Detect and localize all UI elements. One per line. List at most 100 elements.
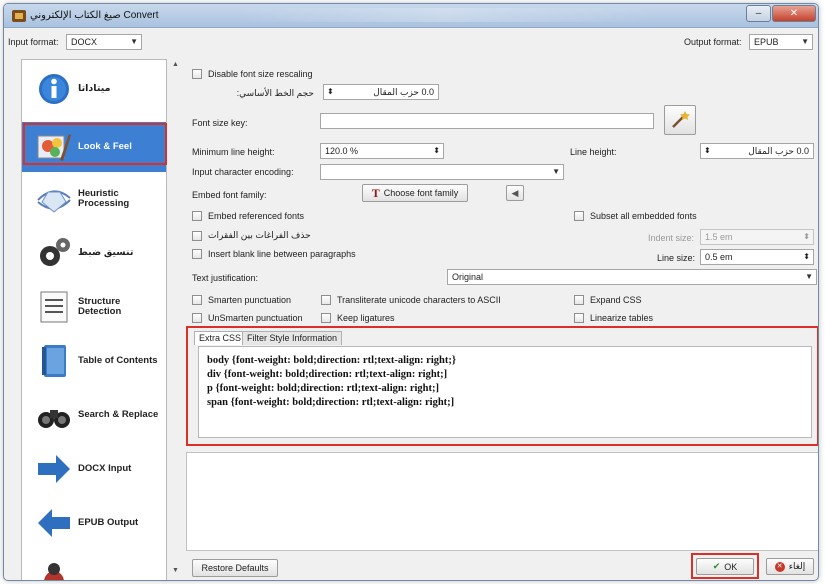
justification-select[interactable]: Original ▼	[447, 269, 817, 285]
css-line: span {font-weight: bold;direction: rtl;t…	[207, 397, 455, 408]
tab-extra-css[interactable]: Extra CSS	[194, 331, 247, 345]
tab-filter-style[interactable]: Filter Style Information	[242, 331, 343, 345]
chevron-down-icon: ▼	[552, 167, 560, 176]
spin-arrows-icon[interactable]: ⬍	[803, 250, 810, 264]
input-encoding-label: Input character encoding:	[192, 167, 294, 177]
checkbox-box[interactable]	[574, 313, 584, 323]
line-height-input[interactable]: 0.0 حزب المقال ⬍	[700, 143, 814, 159]
sidebar-item-epub-output[interactable]: EPUB Output	[22, 498, 166, 548]
base-font-value: 0.0 حزب المقال	[373, 87, 434, 97]
output-format-label: Output format:	[684, 37, 742, 47]
font-size-key-label: Font size key:	[192, 118, 248, 128]
checkbox-box[interactable]	[574, 295, 584, 305]
chevron-up-icon[interactable]: ▲	[172, 61, 179, 68]
sidebar-item-page-setup[interactable]: تنسيق ضبط	[22, 228, 166, 278]
sidebar-item-label: Table of Contents	[78, 355, 158, 366]
font-size-key-input[interactable]	[320, 113, 654, 129]
sidebar-item-toc[interactable]: Table of Contents	[22, 336, 166, 386]
chevron-down-icon: ▼	[130, 37, 138, 46]
smarten-checkbox[interactable]: Smarten punctuation	[192, 295, 291, 305]
sidebar-item-heuristic[interactable]: Heuristic Processing	[22, 174, 166, 224]
checkbox-label: Smarten punctuation	[208, 295, 292, 305]
sidebar-scrollbar[interactable]: ▲ ▼	[172, 59, 180, 580]
checkbox-label: Keep ligatures	[337, 313, 395, 323]
app-icon	[12, 10, 26, 22]
min-line-height-input[interactable]: 120.0 % ⬍	[320, 143, 444, 159]
ok-highlight	[691, 553, 759, 579]
cancel-button[interactable]: ✕ إلغاء	[766, 558, 814, 575]
line-size-input[interactable]: 0.5 em ⬍	[700, 249, 814, 265]
title-bar: صيغ الكتاب الإلكتروني Convert – ✕	[4, 4, 818, 28]
output-format-select[interactable]: EPUB ▼	[749, 34, 813, 50]
line-height-label: Line height:	[570, 147, 617, 157]
embed-referenced-checkbox[interactable]: Embed referenced fonts	[192, 211, 304, 221]
checkbox-box[interactable]	[321, 295, 331, 305]
checkbox-label: Embed referenced fonts	[208, 211, 305, 221]
sidebar-item-label: Structure Detection	[78, 296, 122, 317]
checkbox-box[interactable]	[192, 249, 202, 259]
binoculars-icon	[38, 410, 70, 428]
checkbox-box[interactable]	[192, 211, 202, 221]
justification-label: Text justification:	[192, 273, 259, 283]
line-height-value: 0.0 حزب المقال	[748, 146, 809, 156]
checkbox-box[interactable]	[192, 69, 202, 79]
sidebar-item-label: Heuristic Processing	[78, 188, 130, 209]
clear-font-button[interactable]: ◀	[506, 185, 524, 201]
help-text-area	[186, 452, 818, 551]
linearize-tables-checkbox[interactable]: Linearize tables	[574, 313, 653, 323]
clear-icon: ◀	[511, 187, 519, 198]
sidebar-item-search-replace[interactable]: Search & Replace	[22, 390, 166, 440]
checkbox-label: حذف الفراغات بين الفقرات	[208, 230, 311, 240]
indent-size-value: 1.5 em	[705, 232, 733, 242]
restore-defaults-label: Restore Defaults	[201, 563, 269, 573]
checkbox-label: Subset all embedded fonts	[590, 211, 697, 221]
window-title: صيغ الكتاب الإلكتروني Convert	[30, 10, 159, 21]
disable-rescaling-checkbox[interactable]: Disable font size rescaling	[192, 69, 313, 79]
restore-defaults-button[interactable]: Restore Defaults	[192, 559, 278, 577]
base-font-label: حجم الخط الأساسي:	[236, 88, 314, 98]
input-format-select[interactable]: DOCX ▼	[66, 34, 142, 50]
checkbox-box[interactable]	[192, 295, 202, 305]
info-icon	[39, 74, 69, 104]
sidebar-item-label: EPUB Output	[78, 517, 139, 528]
sidebar-item-docx-input[interactable]: DOCX Input	[22, 444, 166, 494]
input-encoding-select[interactable]: ▼	[320, 164, 564, 180]
checkbox-box[interactable]	[574, 211, 584, 221]
indent-size-input[interactable]: 1.5 em ⬍	[700, 229, 814, 245]
spin-arrows-icon[interactable]: ⬍	[327, 85, 334, 99]
minimize-button[interactable]: –	[746, 5, 771, 22]
spin-arrows-icon[interactable]: ⬍	[803, 230, 810, 244]
checkbox-box[interactable]	[321, 313, 331, 323]
checkbox-box[interactable]	[192, 313, 202, 323]
gear-icon	[40, 238, 70, 266]
font-wizard-button[interactable]	[664, 105, 696, 135]
checkbox-label: Transliterate unicode characters to ASCI…	[337, 295, 501, 305]
sidebar-item-debug[interactable]: Debug	[22, 552, 166, 580]
remove-spacing-checkbox[interactable]: حذف الفراغات بين الفقرات	[192, 230, 311, 241]
selection-highlight	[23, 123, 167, 165]
expand-css-checkbox[interactable]: Expand CSS	[574, 295, 642, 305]
line-size-label: Line size:	[657, 253, 696, 263]
transliterate-checkbox[interactable]: Transliterate unicode characters to ASCI…	[321, 295, 501, 305]
chevron-down-icon[interactable]: ▼	[172, 567, 179, 574]
spin-arrows-icon[interactable]: ⬍	[433, 144, 440, 158]
checkbox-label: Disable font size rescaling	[208, 69, 313, 79]
close-button[interactable]: ✕	[772, 5, 816, 22]
sidebar-item-structure[interactable]: Structure Detection	[22, 282, 166, 332]
sidebar-item-metadata[interactable]: ميتاداتا	[22, 64, 166, 114]
convert-dialog: صيغ الكتاب الإلكتروني Convert – ✕ Input …	[3, 3, 819, 581]
unsmarten-checkbox[interactable]: UnSmarten punctuation	[192, 313, 303, 323]
checkbox-label: Linearize tables	[590, 313, 654, 323]
base-font-input[interactable]: 0.0 حزب المقال ⬍	[323, 84, 439, 100]
justification-value: Original	[452, 272, 484, 282]
indent-size-label: Indent size:	[648, 233, 695, 243]
subset-fonts-checkbox[interactable]: Subset all embedded fonts	[574, 211, 697, 221]
choose-font-button[interactable]: T Choose font family	[362, 184, 468, 202]
insert-blank-line-checkbox[interactable]: Insert blank line between paragraphs	[192, 249, 356, 259]
magic-wand-icon	[672, 111, 690, 128]
spin-arrows-icon[interactable]: ⬍	[704, 144, 711, 158]
checkbox-box[interactable]	[192, 230, 202, 241]
extra-css-editor[interactable]: body {font-weight: bold;direction: rtl;t…	[198, 346, 812, 438]
css-line: body {font-weight: bold;direction: rtl;t…	[207, 355, 456, 366]
keep-ligatures-checkbox[interactable]: Keep ligatures	[321, 313, 395, 323]
